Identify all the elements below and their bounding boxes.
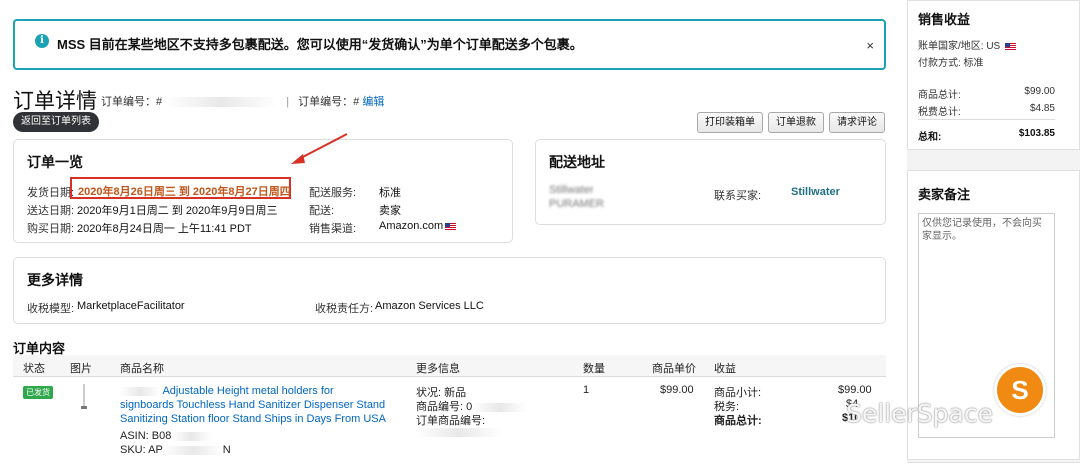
payment-method: 付款方式: 标准	[918, 58, 984, 69]
col-more-info: 更多信息	[416, 363, 460, 375]
order-summary-heading: 订单一览	[27, 154, 83, 170]
col-status: 状态	[23, 363, 45, 375]
info-icon: i	[35, 34, 49, 48]
product-sku: SKU: AP N	[120, 444, 231, 456]
shipping-address-card: 配送地址	[535, 139, 886, 225]
item-quantity: 1	[583, 384, 590, 396]
sellerspace-watermark: SellerSpace	[846, 399, 993, 428]
deliver-date-value: 2020年9月1日周二 到 2020年9月9日周三	[77, 205, 278, 217]
order-ids: 订单编号：# | 订单编号：# 编辑	[101, 96, 385, 108]
billing-country: 账单国家/地区: US	[918, 37, 1017, 52]
col-proceeds: 收益	[714, 363, 736, 375]
sales-channel-label: 销售渠道:	[309, 223, 357, 235]
main-content: i MSS 目前在某些地区不支持多包裹配送。您可以使用“发货确认”为单个订单配送…	[0, 0, 900, 470]
deliver-date-label: 送达日期:	[27, 205, 75, 217]
next-panel-edge	[907, 462, 1080, 470]
tax-responsible-value: Amazon Services LLC	[375, 300, 484, 312]
shipped-badge: 已发货	[23, 386, 53, 399]
item-total-label: 商品总计:	[714, 415, 762, 427]
tax-responsible-label: 收税责任方:	[315, 303, 374, 315]
fulfillment-value: 卖家	[379, 205, 401, 217]
page-title: 订单详情	[13, 90, 97, 113]
items-total-value: $99.00	[1024, 86, 1055, 97]
divider	[918, 119, 1055, 120]
item-unit-price: $99.00	[660, 384, 694, 396]
product-name-link[interactable]: Adjustable Height metal holders for sign…	[120, 384, 390, 426]
us-flag-icon	[1005, 42, 1017, 50]
contact-buyer-link[interactable]: Stillwater	[791, 186, 840, 198]
alert-message: MSS 目前在某些地区不支持多包裹配送。您可以使用“发货确认”为单个订单配送多个…	[57, 37, 583, 52]
more-details-card: 更多详情	[13, 257, 886, 324]
order-number-2-label: 订单编号：#	[298, 96, 360, 108]
product-asin: ASIN: B08	[120, 430, 212, 442]
red-arrow-icon	[291, 133, 348, 164]
sellerspace-logo-icon	[994, 364, 1046, 416]
edit-link[interactable]: 编辑	[362, 96, 384, 108]
print-packing-slip-button[interactable]: 打印装箱单	[697, 112, 763, 133]
col-image: 图片	[70, 363, 92, 375]
order-number-label: 订单编号：#	[101, 96, 163, 108]
seller-notes-heading: 卖家备注	[918, 187, 971, 202]
sales-proceeds-heading: 销售收益	[918, 12, 971, 27]
fulfillment-label: 配送:	[309, 205, 335, 217]
tax-total-value: $4.85	[1029, 103, 1055, 114]
items-total-label: 商品总计:	[918, 90, 961, 101]
item-subtotal-value: $99.00	[838, 384, 872, 396]
tax-model-label: 收税模型:	[27, 303, 75, 315]
shipping-service-value: 标准	[379, 187, 401, 199]
purchase-date-value: 2020年8月24日周一 上午11:41 PDT	[77, 223, 252, 235]
order-actions: 打印装箱单 订单退款 请求评论	[697, 112, 885, 133]
sales-proceeds-panel: 销售收益 账单国家/地区: US 付款方式: 标准 商品总计: $99.00 税…	[907, 0, 1080, 150]
back-to-orders-button[interactable]: 返回至订单列表	[13, 112, 99, 132]
request-review-button[interactable]: 请求评论	[829, 112, 885, 133]
ship-date-value: 2020年8月26日周三 到 2020年8月27日周四	[78, 186, 291, 198]
refund-order-button[interactable]: 订单退款	[768, 112, 824, 133]
contact-buyer-label: 联系买家:	[714, 190, 762, 202]
col-product-name: 商品名称	[120, 363, 164, 375]
grand-total-label: 总和:	[918, 132, 942, 143]
close-icon[interactable]: ×	[866, 38, 874, 53]
grand-total-value: $103.85	[1018, 128, 1055, 139]
redacted-order-number	[165, 97, 278, 108]
address-line-2: PURAMER	[549, 198, 605, 210]
col-unit-price: 商品单价	[652, 363, 696, 375]
col-quantity: 数量	[583, 363, 605, 375]
us-flag-icon	[445, 222, 457, 230]
ship-date-label: 发货日期:	[27, 187, 75, 199]
shipping-service-label: 配送服务:	[309, 187, 357, 199]
tax-total-label: 税费总计:	[918, 107, 961, 118]
product-thumbnail[interactable]	[81, 384, 87, 410]
address-line-1: Stillwater	[549, 184, 594, 196]
info-alert: i MSS 目前在某些地区不支持多包裹配送。您可以使用“发货确认”为单个订单配送…	[13, 19, 886, 70]
shipping-address-heading: 配送地址	[549, 154, 605, 170]
order-item-number-value	[416, 426, 501, 438]
order-contents-header: 状态 图片 商品名称 更多信息 数量 商品单价 收益	[13, 355, 886, 377]
purchase-date-label: 购买日期:	[27, 223, 75, 235]
more-details-heading: 更多详情	[27, 272, 83, 288]
sales-channel-value: Amazon.com	[379, 220, 457, 232]
tax-model-value: MarketplaceFacilitator	[77, 300, 185, 312]
table-row: 已发货 Adjustable Height metal holders for …	[13, 378, 886, 466]
